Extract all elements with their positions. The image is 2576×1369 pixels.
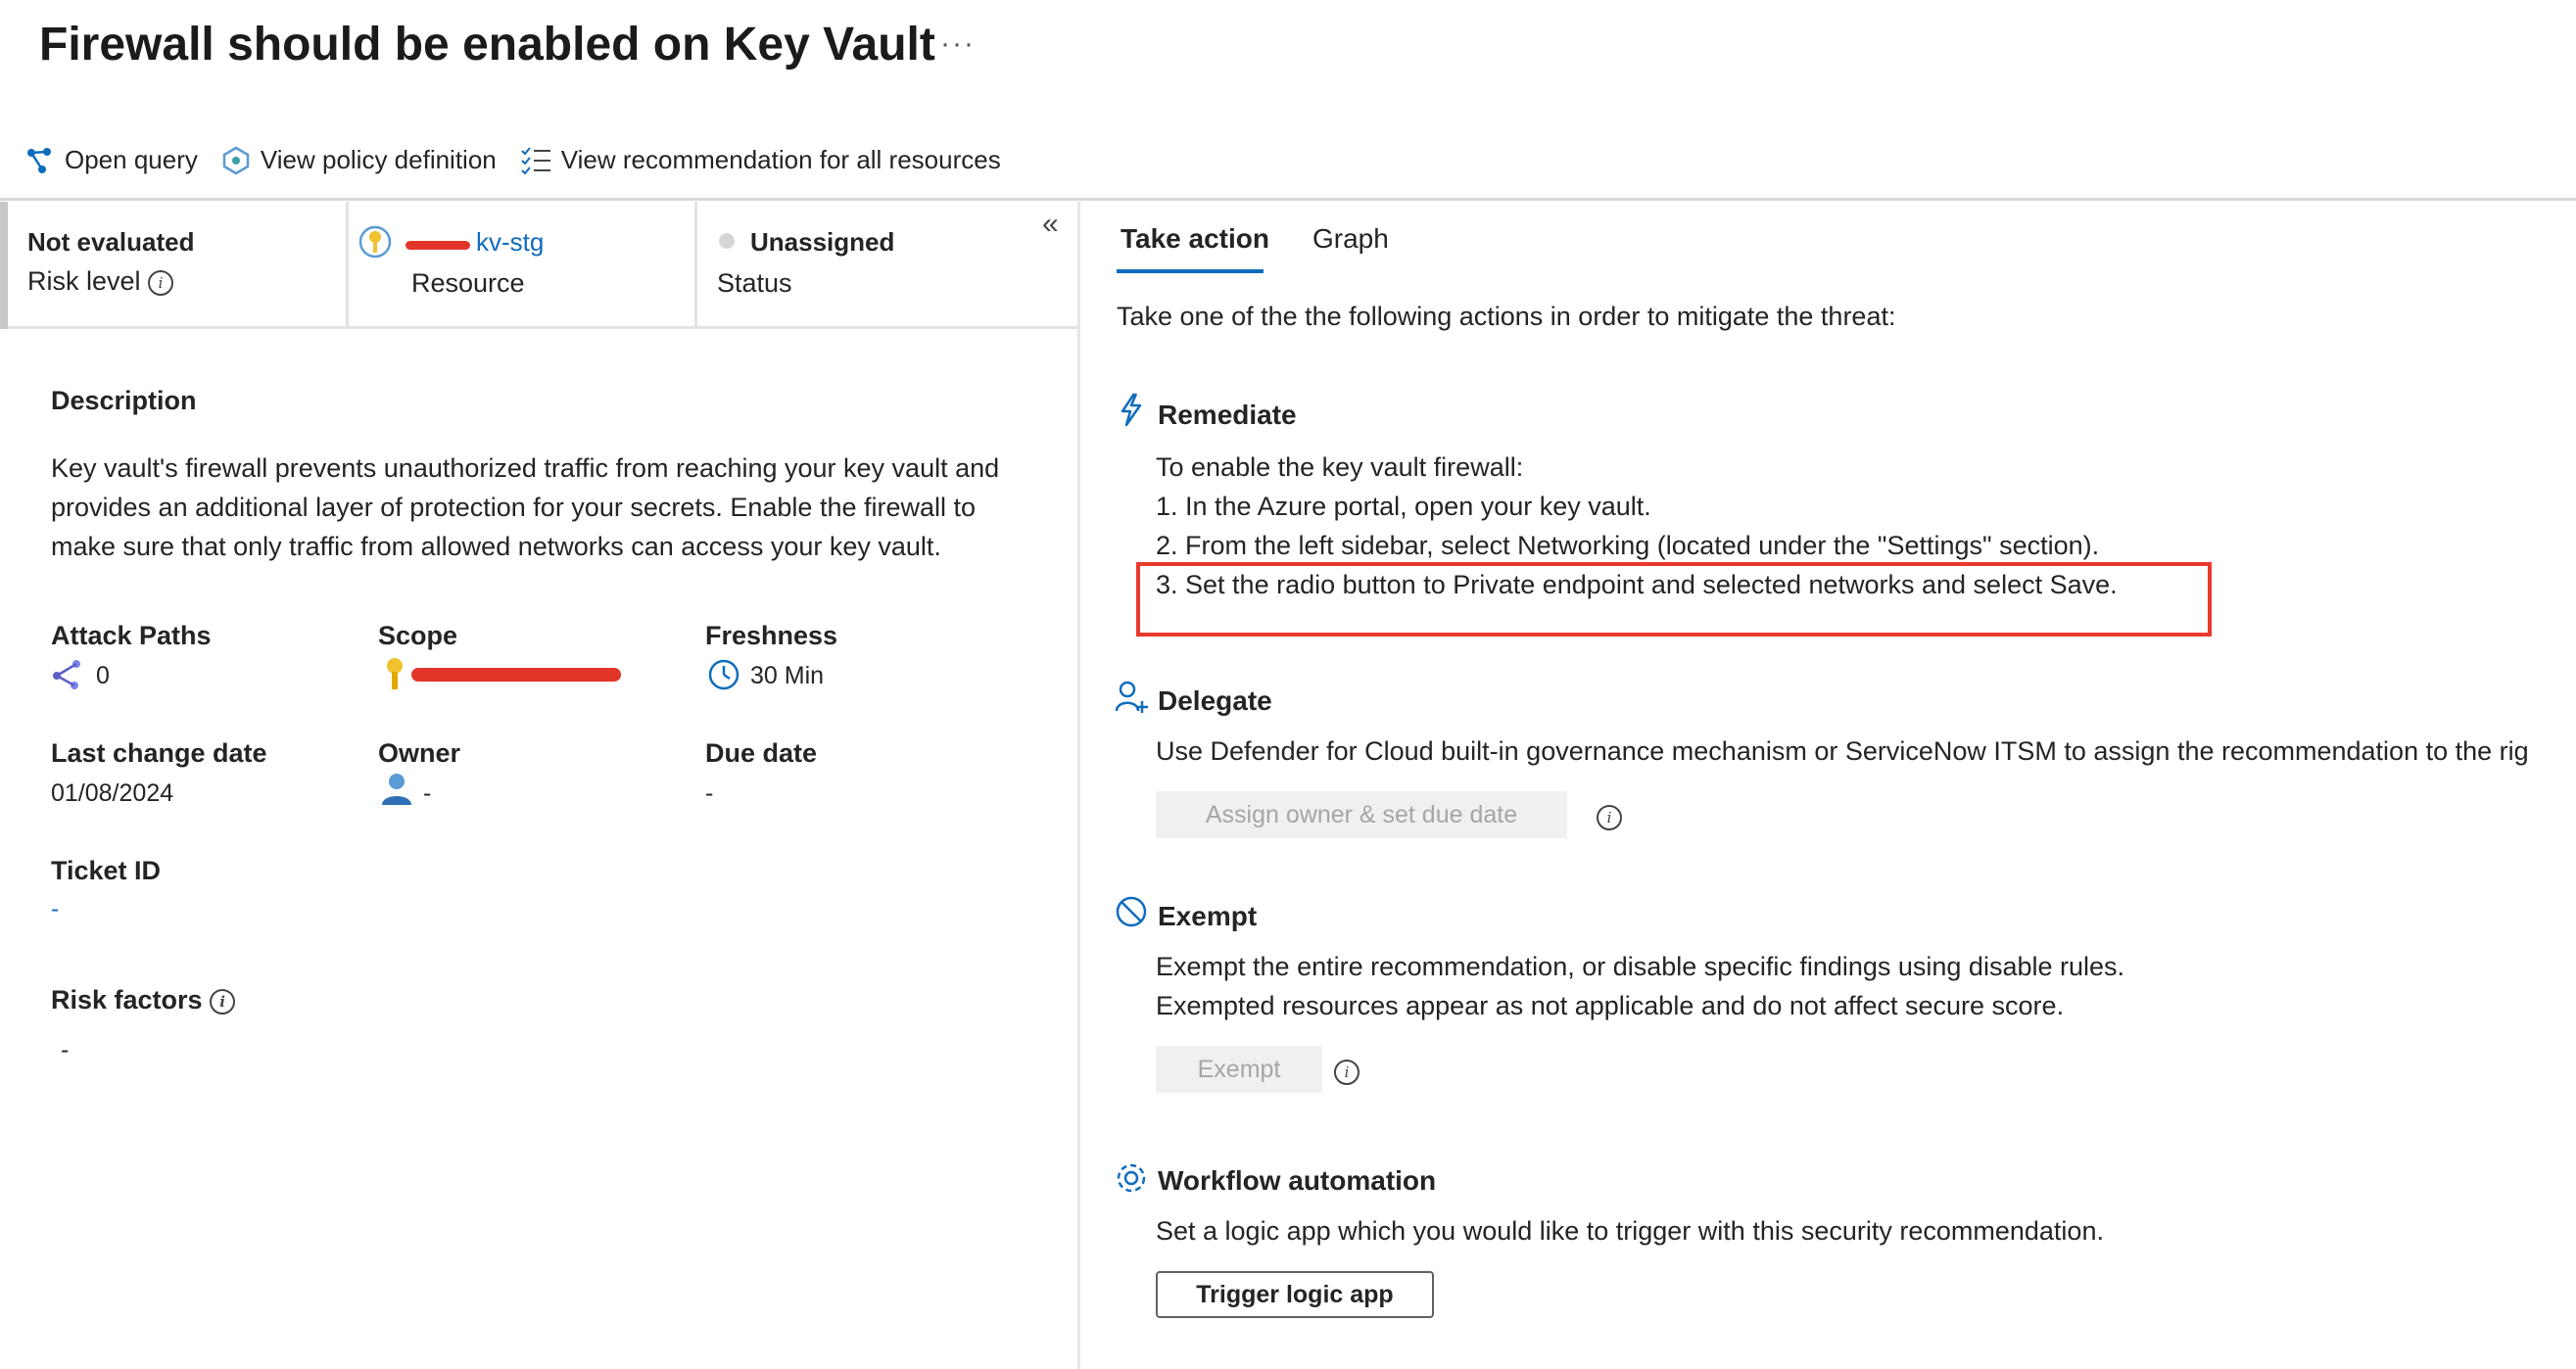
- resource-card: kv-stg Resource: [349, 202, 697, 329]
- tab-take-action[interactable]: Take action: [1121, 223, 1269, 255]
- scope-label: Scope: [378, 621, 458, 650]
- clock-icon: [708, 659, 739, 690]
- checklist-icon: [521, 146, 550, 174]
- risk-level-value: Not evaluated: [27, 227, 195, 257]
- due-date-label: Due date: [705, 738, 818, 768]
- view-all-resources-button[interactable]: View recommendation for all resources: [520, 145, 1001, 175]
- ticket-id-value[interactable]: -: [51, 895, 59, 923]
- attack-path-icon: [53, 660, 80, 689]
- assign-owner-info-icon[interactable]: i: [1597, 805, 1622, 830]
- risk-factors-info-icon[interactable]: i: [210, 988, 236, 1015]
- view-all-resources-label: View recommendation for all resources: [560, 145, 1001, 174]
- gear-icon: [1117, 1163, 1146, 1193]
- remediate-step: To enable the key vault firewall:: [1156, 452, 1524, 482]
- lightning-icon: [1121, 393, 1142, 427]
- delegate-text: Use Defender for Cloud built-in governan…: [1156, 736, 2529, 766]
- freshness-label: Freshness: [705, 621, 838, 650]
- person-icon: [382, 774, 411, 805]
- view-policy-label: View policy definition: [260, 145, 497, 174]
- status-label: Status: [717, 268, 792, 298]
- open-query-button[interactable]: Open query: [25, 145, 198, 175]
- card-edge: [0, 202, 8, 329]
- delegate-title: Delegate: [1158, 685, 1272, 716]
- view-policy-button[interactable]: View policy definition: [221, 145, 497, 175]
- description-line: Key vault's firewall prevents unauthoriz…: [51, 453, 1000, 483]
- policy-icon: [222, 146, 250, 174]
- freshness-value: 30 Min: [750, 662, 825, 689]
- workflow-text: Set a logic app which you would like to …: [1156, 1216, 2104, 1246]
- resource-link[interactable]: kv-stg: [476, 227, 544, 258]
- redaction-mark: [411, 668, 621, 682]
- description-line: make sure that only traffic from allowed…: [51, 532, 941, 561]
- resource-label: Resource: [411, 268, 525, 298]
- toolbar: Open query View policy definition View r…: [25, 145, 1025, 175]
- ticket-id-label: Ticket ID: [51, 856, 162, 885]
- remediate-step: 2. From the left sidebar, select Network…: [1156, 531, 2100, 560]
- exempt-info-icon[interactable]: i: [1334, 1060, 1360, 1085]
- tab-graph[interactable]: Graph: [1312, 223, 1389, 255]
- exempt-button[interactable]: Exempt: [1156, 1046, 1322, 1093]
- last-change-value: 01/08/2024: [51, 779, 174, 807]
- assign-owner-button[interactable]: Assign owner & set due date: [1156, 791, 1567, 838]
- workflow-title: Workflow automation: [1158, 1165, 1437, 1196]
- risk-level-card: Not evaluated Risk level i: [8, 202, 349, 329]
- redaction-mark: [405, 241, 470, 250]
- owner-value: -: [423, 779, 432, 807]
- remediate-title: Remediate: [1158, 400, 1297, 430]
- more-options-button[interactable]: ···: [940, 27, 976, 61]
- key-icon: [387, 658, 403, 689]
- owner-label: Owner: [378, 738, 461, 768]
- risk-factors-value: -: [61, 1036, 70, 1063]
- risk-factors-label: Risk factors i: [51, 985, 236, 1015]
- description-heading: Description: [51, 386, 197, 415]
- assign-person-icon: [1115, 681, 1148, 713]
- open-query-label: Open query: [65, 145, 198, 174]
- risk-factors-text: Risk factors: [51, 985, 203, 1015]
- toolbar-divider: [0, 198, 2576, 201]
- due-date-value: -: [705, 779, 714, 807]
- attack-paths-label: Attack Paths: [51, 621, 212, 650]
- remediate-step: 1. In the Azure portal, open your key va…: [1156, 492, 1651, 521]
- trigger-logic-app-button[interactable]: Trigger logic app: [1156, 1271, 1434, 1318]
- highlight-annotation: [1136, 562, 2212, 637]
- attack-paths-value[interactable]: 0: [96, 662, 110, 690]
- status-value: Unassigned: [750, 227, 895, 257]
- exempt-line-2: Exempted resources appear as not applica…: [1156, 991, 2065, 1020]
- active-tab-indicator: [1117, 269, 1264, 273]
- status-card: Unassigned Status: [697, 202, 1077, 329]
- risk-level-info-icon[interactable]: i: [148, 269, 174, 296]
- query-icon: [27, 147, 51, 173]
- page-title: Firewall should be enabled on Key Vault: [39, 19, 935, 71]
- panel-divider: [1077, 202, 1080, 1369]
- collapse-panel-button[interactable]: «: [1042, 208, 1059, 241]
- key-vault-icon: [358, 225, 392, 259]
- status-dot-icon: [719, 233, 735, 249]
- exempt-line-1: Exempt the entire recommendation, or dis…: [1156, 952, 2125, 981]
- prohibited-icon: [1116, 896, 1147, 927]
- risk-level-label: Risk level: [27, 266, 141, 296]
- last-change-label: Last change date: [51, 738, 267, 768]
- action-intro: Take one of the the following actions in…: [1117, 302, 1896, 331]
- description-line: provides an additional layer of protecti…: [51, 493, 977, 522]
- description-text: Key vault's firewall prevents unauthoriz…: [51, 448, 1050, 566]
- exempt-title: Exempt: [1158, 901, 1258, 931]
